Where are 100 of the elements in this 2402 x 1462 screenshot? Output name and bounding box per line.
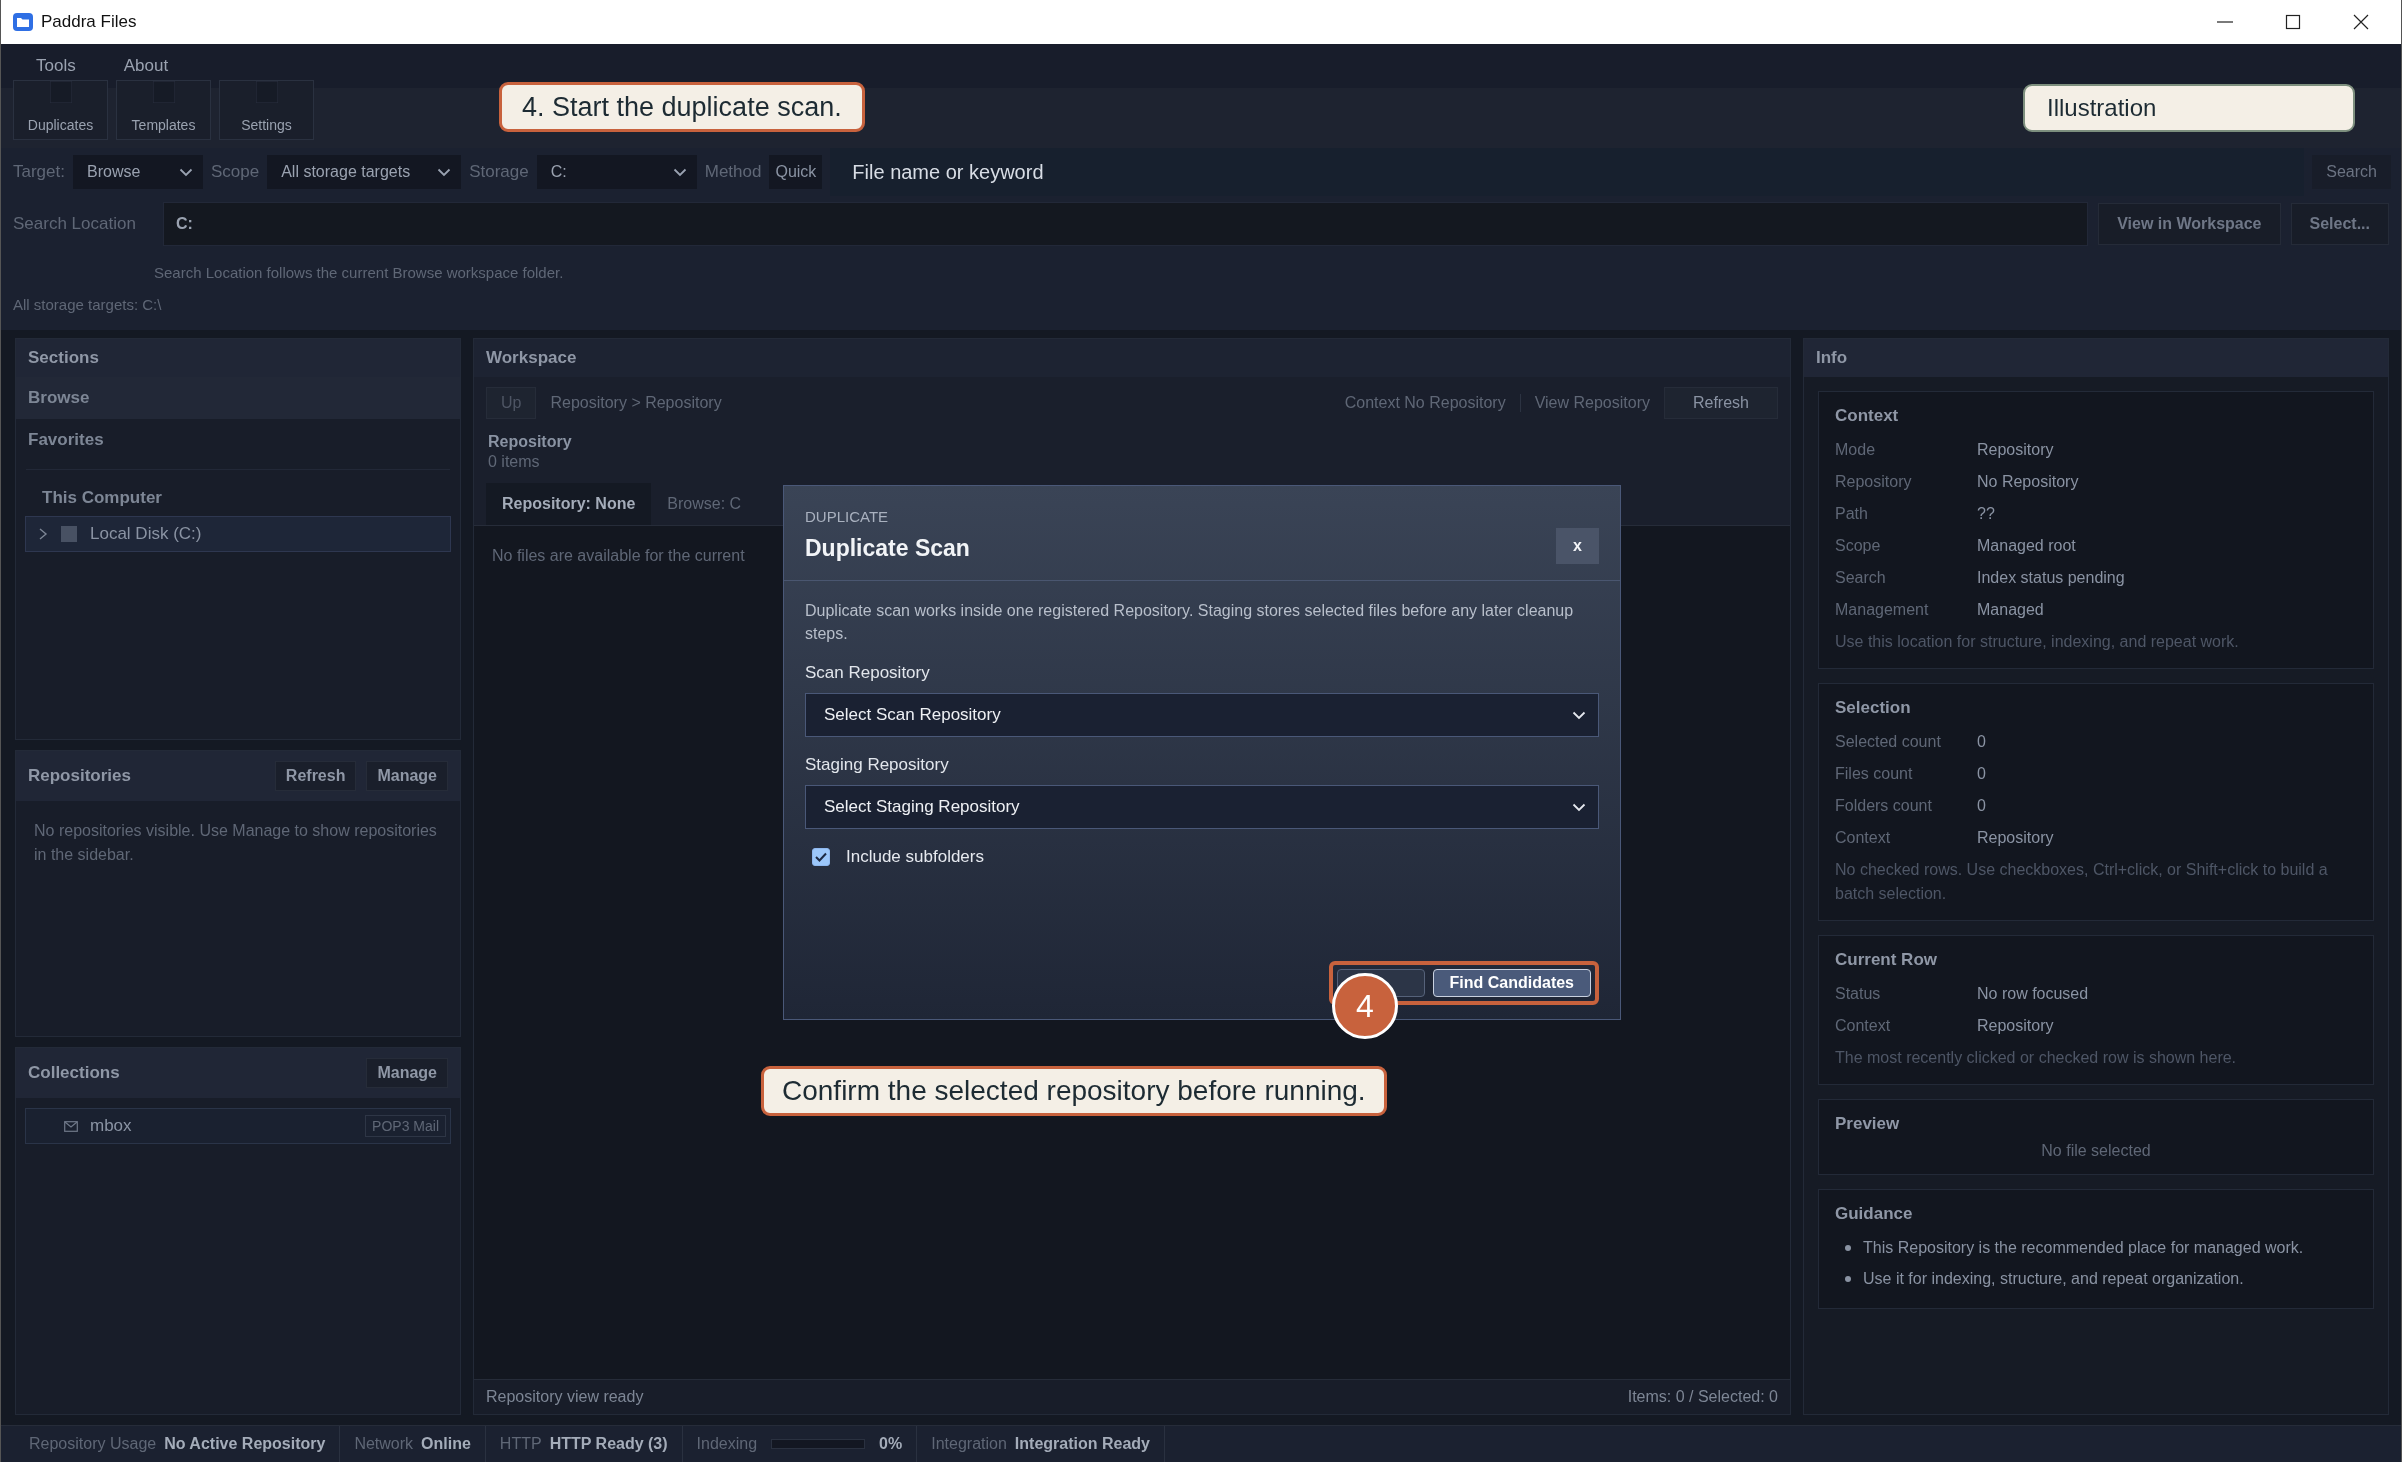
- location-button[interactable]: View in Workspace: [2098, 203, 2281, 245]
- panel-button[interactable]: Refresh: [274, 761, 357, 791]
- field-label: Target:: [13, 162, 65, 182]
- note-text: No checked rows. Use checkboxes, Ctrl+click, or Shift+click to build a batch selection.: [1835, 860, 2329, 904]
- status-text: Repository view ready: [486, 1388, 644, 1406]
- field-label: Status: [1835, 985, 1882, 1003]
- field-value: Managed: [1977, 601, 2044, 619]
- field-label: Mode: [1835, 441, 1877, 459]
- dropdown[interactable]: C:: [536, 155, 697, 189]
- checkbox[interactable]: [812, 848, 830, 867]
- section-item[interactable]: Favorites: [16, 419, 460, 461]
- panel-title: Repositories: [28, 766, 131, 786]
- illustration-tag: Illustration: [2023, 84, 2355, 132]
- item-count: 0 items: [474, 451, 1790, 483]
- empty-message: No repositories visible. Use Manage to show repositories in the sidebar.: [33, 821, 438, 865]
- status-text: All storage targets: C:\: [1, 290, 2401, 330]
- search-button[interactable]: Search: [2312, 155, 2391, 189]
- panel-button[interactable]: Manage: [366, 761, 448, 791]
- close-icon: [2353, 14, 2369, 30]
- step-callout: 4. Start the duplicate scan.: [499, 82, 865, 132]
- field-label: Selected count: [1835, 733, 1942, 751]
- field-label: Scope: [211, 162, 260, 182]
- menu-item[interactable]: Tools: [36, 56, 76, 76]
- status-label: HTTP: [499, 1435, 542, 1453]
- bullet-icon: [1845, 1244, 1851, 1251]
- field-value: Index status pending: [1977, 569, 2125, 587]
- tag-label: POP3 Mail: [365, 1115, 446, 1137]
- field-label: Method: [704, 162, 762, 182]
- context-label: Context No Repository: [1344, 394, 1506, 412]
- minimize-icon: [2217, 21, 2233, 23]
- chevron-down-icon: [179, 167, 193, 177]
- envelope-icon: [64, 1120, 78, 1132]
- field-value: Repository: [1977, 829, 2054, 847]
- hint-callout: Confirm the selected repository before running.: [761, 1066, 1387, 1116]
- field-label: Scope: [1835, 537, 1882, 555]
- panel-title: Info: [1804, 339, 2388, 377]
- folder-icon: [13, 13, 33, 31]
- status-value: 0%: [879, 1435, 903, 1453]
- panel-title: Collections: [28, 1063, 120, 1083]
- field-value: ??: [1977, 505, 1995, 523]
- window-title: Paddra Files: [41, 12, 137, 32]
- status-value: Integration Ready: [1014, 1435, 1150, 1453]
- dropdown[interactable]: All storage targets: [267, 155, 462, 189]
- panel-button[interactable]: Manage: [366, 1058, 448, 1088]
- field-label: Search Location: [13, 214, 137, 234]
- toolbar-button[interactable]: Settings: [219, 80, 314, 140]
- refresh-button[interactable]: Refresh: [1663, 387, 1778, 419]
- field-value: 0: [1977, 733, 1986, 751]
- method-button[interactable]: Quick: [769, 155, 823, 189]
- collection-item[interactable]: mbox POP3 Mail: [25, 1108, 451, 1144]
- menu-item[interactable]: About: [123, 56, 169, 76]
- field-label: Repository: [1835, 473, 1913, 491]
- field-value: No row focused: [1977, 985, 2089, 1003]
- status-label: Repository Usage: [29, 1435, 157, 1453]
- dialog-eyebrow: DUPLICATE: [805, 508, 890, 525]
- drive-icon: [60, 525, 78, 543]
- field-label: Staging Repository: [805, 755, 950, 776]
- select-field[interactable]: Select Staging Repository: [805, 785, 1599, 830]
- breadcrumb: Repository > Repository: [550, 394, 722, 412]
- hint-text: Search Location follows the current Browse workspace folder.: [1, 252, 2401, 290]
- checkbox-label: Include subfolders: [846, 847, 984, 868]
- section-item[interactable]: Browse: [16, 377, 460, 419]
- select-field[interactable]: Select Scan Repository: [805, 693, 1599, 738]
- field-value: Repository: [1977, 441, 2054, 459]
- tree-item[interactable]: Local Disk (C:): [25, 516, 451, 552]
- card-title: Selection: [1835, 698, 1912, 718]
- field-label: Management: [1835, 601, 1930, 619]
- toolbar-button[interactable]: Templates: [116, 80, 211, 140]
- status-value: No Active Repository: [164, 1435, 326, 1453]
- empty-message: No files are available for the current: [492, 547, 745, 564]
- field-value: 0: [1977, 797, 1986, 815]
- field-label: Scan Repository: [805, 663, 931, 684]
- field-label: Path: [1835, 505, 1869, 523]
- field-value: No Repository: [1977, 473, 2079, 491]
- location-button[interactable]: Select...: [2290, 203, 2389, 245]
- maximize-icon: [2285, 14, 2301, 30]
- bullet-icon: [1845, 1275, 1851, 1282]
- bullet-item: Use it for indexing, structure, and repeat organization.: [1863, 1269, 2244, 1288]
- status-label: Indexing: [696, 1435, 758, 1453]
- tab[interactable]: Repository: None: [486, 483, 652, 525]
- search-field[interactable]: File name or keyword: [830, 148, 2305, 196]
- dropdown[interactable]: Browse: [73, 155, 203, 189]
- field-label: Files count: [1835, 765, 1914, 783]
- bullet-item: This Repository is the recommended place for managed work.: [1863, 1238, 2304, 1257]
- close-button[interactable]: x: [1556, 528, 1599, 564]
- field-value: Repository: [1977, 1017, 2054, 1035]
- chevron-down-icon: [1572, 802, 1586, 812]
- note-text: Use this location for structure, indexing, and repeat work.: [1835, 632, 2240, 652]
- dialog-description: Duplicate scan works inside one registered Repository. Staging stores selected files before any later cleanup steps.: [805, 601, 1575, 645]
- status-label: Integration: [931, 1435, 1007, 1453]
- toolbar-button[interactable]: Duplicates: [13, 80, 108, 140]
- field-value: Managed root: [1977, 537, 2076, 555]
- location-field[interactable]: C:: [163, 202, 2089, 246]
- status-value: HTTP Ready (3): [549, 1435, 668, 1453]
- field-label: Folders count: [1835, 797, 1933, 815]
- find-candidates-button[interactable]: Find Candidates: [1432, 969, 1591, 997]
- field-value: 0: [1977, 765, 1986, 783]
- field-label: Storage: [469, 162, 529, 182]
- card-title: Guidance: [1835, 1204, 1914, 1224]
- panel-title: Workspace: [474, 339, 1790, 377]
